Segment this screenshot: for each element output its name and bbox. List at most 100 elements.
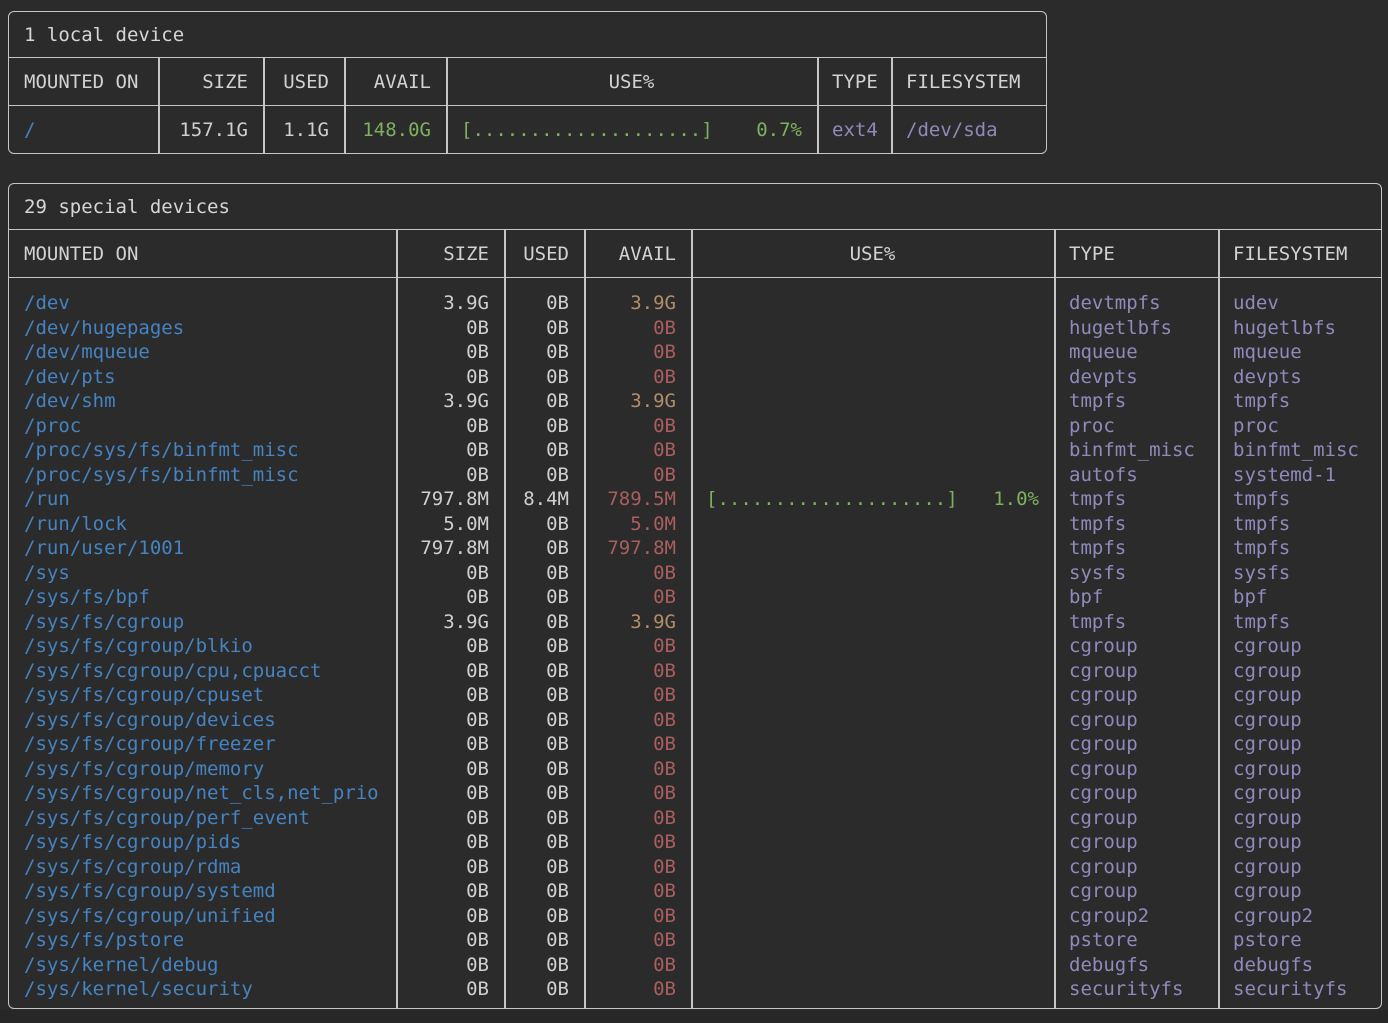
avail-value: 0B xyxy=(584,684,691,706)
mount-point: /dev/mqueue xyxy=(9,341,396,363)
fs-type: securityfs xyxy=(1054,978,1218,1000)
size-value: 797.8M xyxy=(396,537,504,559)
used-value: 0B xyxy=(504,635,584,657)
special-devices-grid: MOUNTED ON SIZE USED AVAIL USE% TYPE FIL… xyxy=(9,230,1381,1008)
filesystem: cgroup xyxy=(1218,758,1380,780)
fs-type: tmpfs xyxy=(1054,611,1218,633)
mount-point: /run xyxy=(9,488,396,510)
size-value: 0B xyxy=(396,562,504,584)
size-value: 0B xyxy=(396,929,504,951)
fs-type: devtmpfs xyxy=(1054,292,1218,314)
avail-value: 0B xyxy=(584,880,691,902)
fs-type: tmpfs xyxy=(1054,390,1218,412)
used-value: 0B xyxy=(504,513,584,535)
filesystem: /dev/sda xyxy=(891,119,1045,141)
avail-value: 0B xyxy=(584,366,691,388)
table-row: /run/lock 5.0M 0B 5.0M tmpfs tmpfs xyxy=(9,512,1381,537)
size-value: 0B xyxy=(396,464,504,486)
filesystem: debugfs xyxy=(1218,954,1380,976)
mount-point: /sys/fs/bpf xyxy=(9,586,396,608)
avail-value: 0B xyxy=(584,733,691,755)
fs-type: cgroup xyxy=(1054,758,1218,780)
filesystem: udev xyxy=(1218,292,1380,314)
column-divider xyxy=(584,230,586,1008)
mount-point: /sys/fs/cgroup/cpuset xyxy=(9,684,396,706)
header-filesystem: FILESYSTEM xyxy=(891,58,1045,105)
avail-value: 0B xyxy=(584,317,691,339)
avail-value: 0B xyxy=(584,782,691,804)
fs-type: tmpfs xyxy=(1054,537,1218,559)
special-devices-title: 29 special devices xyxy=(9,184,1381,230)
size-value: 797.8M xyxy=(396,488,504,510)
table-row: /run 797.8M 8.4M 789.5M [...............… xyxy=(9,487,1381,512)
used-value: 0B xyxy=(504,660,584,682)
column-divider xyxy=(504,230,506,1008)
table-row: /sys 0B 0B 0B sysfs sysfs xyxy=(9,561,1381,586)
fs-type: autofs xyxy=(1054,464,1218,486)
avail-value: 0B xyxy=(584,709,691,731)
avail-value: 3.9G xyxy=(584,292,691,314)
size-value: 0B xyxy=(396,954,504,976)
column-divider xyxy=(691,230,693,1008)
special-devices-body: /dev 3.9G 0B 3.9G devtmpfs udev /dev/hug… xyxy=(9,278,1381,1008)
fs-type: cgroup xyxy=(1054,684,1218,706)
mount-point: /run/user/1001 xyxy=(9,537,396,559)
used-value: 8.4M xyxy=(504,488,584,510)
usage-bar: [....................] xyxy=(706,488,958,510)
fs-type: cgroup xyxy=(1054,660,1218,682)
mount-point: /sys/fs/pstore xyxy=(9,929,396,951)
filesystem: cgroup2 xyxy=(1218,905,1380,927)
mount-point: /sys/fs/cgroup/rdma xyxy=(9,856,396,878)
used-value: 1.1G xyxy=(263,119,344,141)
mount-point: /dev/hugepages xyxy=(9,317,396,339)
used-value: 0B xyxy=(504,880,584,902)
filesystem: devpts xyxy=(1218,366,1380,388)
filesystem: cgroup xyxy=(1218,831,1380,853)
used-value: 0B xyxy=(504,782,584,804)
size-value: 0B xyxy=(396,660,504,682)
used-value: 0B xyxy=(504,954,584,976)
mount-point: /run/lock xyxy=(9,513,396,535)
avail-value: 0B xyxy=(584,439,691,461)
mount-point: /dev/shm xyxy=(9,390,396,412)
table-row: /sys/fs/cgroup/systemd 0B 0B 0B cgroup c… xyxy=(9,879,1381,904)
header-avail: AVAIL xyxy=(344,58,446,105)
mount-point: /sys/fs/cgroup/perf_event xyxy=(9,807,396,829)
avail-value: 3.9G xyxy=(584,390,691,412)
column-divider xyxy=(891,58,893,153)
local-devices-table: 1 local device MOUNTED ON SIZE USED AVAI… xyxy=(8,11,1047,154)
column-divider xyxy=(158,58,160,153)
fs-type: cgroup2 xyxy=(1054,905,1218,927)
used-value: 0B xyxy=(504,341,584,363)
table-row: /run/user/1001 797.8M 0B 797.8M tmpfs tm… xyxy=(9,536,1381,561)
size-value: 3.9G xyxy=(396,611,504,633)
mount-point: /sys/fs/cgroup/memory xyxy=(9,758,396,780)
mount-point: /proc/sys/fs/binfmt_misc xyxy=(9,439,396,461)
mount-point: /sys/fs/cgroup/freezer xyxy=(9,733,396,755)
mount-point: / xyxy=(9,119,158,141)
used-value: 0B xyxy=(504,929,584,951)
fs-type: cgroup xyxy=(1054,635,1218,657)
usage-percent: 1.0% xyxy=(993,488,1039,510)
avail-value: 0B xyxy=(584,341,691,363)
size-value: 0B xyxy=(396,366,504,388)
size-value: 0B xyxy=(396,978,504,1000)
used-value: 0B xyxy=(504,856,584,878)
usage-percent: 0.7% xyxy=(756,119,802,141)
mount-point: /sys/fs/cgroup/devices xyxy=(9,709,396,731)
table-row: /sys/fs/pstore 0B 0B 0B pstore pstore xyxy=(9,928,1381,953)
table-row: /dev 3.9G 0B 3.9G devtmpfs udev xyxy=(9,291,1381,316)
mount-point: /sys/fs/cgroup/blkio xyxy=(9,635,396,657)
size-value: 5.0M xyxy=(396,513,504,535)
table-row: /dev/hugepages 0B 0B 0B hugetlbfs hugetl… xyxy=(9,316,1381,341)
filesystem: tmpfs xyxy=(1218,611,1380,633)
usage-bar: [....................] xyxy=(461,119,713,141)
use-percent-cell: [....................] 1.0% xyxy=(691,488,1054,510)
avail-value: 0B xyxy=(584,660,691,682)
mount-point: /dev/pts xyxy=(9,366,396,388)
table-row: /proc/sys/fs/binfmt_misc 0B 0B 0B autofs… xyxy=(9,463,1381,488)
header-used: USED xyxy=(504,230,584,277)
filesystem: sysfs xyxy=(1218,562,1380,584)
used-value: 0B xyxy=(504,439,584,461)
table-row: /sys/kernel/debug 0B 0B 0B debugfs debug… xyxy=(9,953,1381,978)
